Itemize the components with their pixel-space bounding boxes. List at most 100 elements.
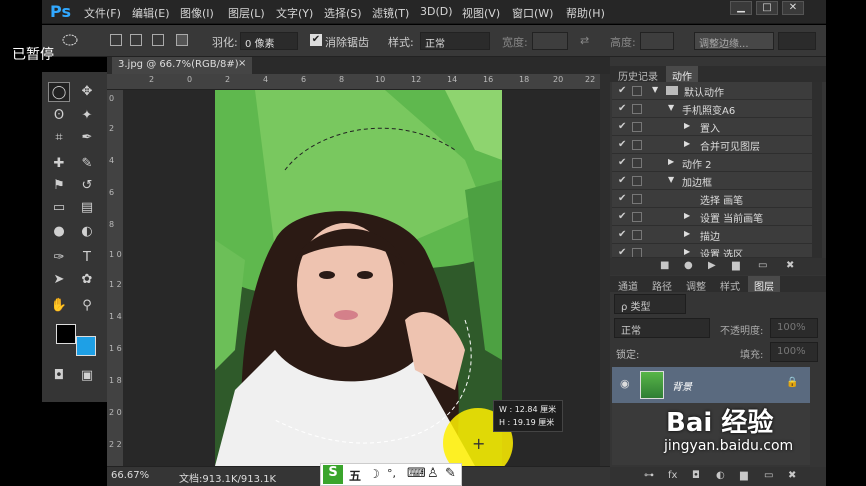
eye-visibility-icon[interactable]: ◉: [620, 377, 630, 390]
new-group-icon[interactable]: ▆: [740, 470, 748, 481]
actions-scrollbar[interactable]: [812, 82, 822, 258]
stamp-tool[interactable]: ⚑: [48, 176, 70, 196]
hand-tool[interactable]: ✋: [48, 296, 70, 316]
expand-arrow-icon[interactable]: ▼: [668, 175, 674, 184]
expand-arrow-icon[interactable]: ▶: [684, 247, 690, 256]
menu-type[interactable]: 文字(Y): [276, 5, 313, 21]
new-action-icon[interactable]: ▭: [758, 260, 767, 271]
layer-style-icon[interactable]: fx: [668, 470, 677, 481]
tab-styles[interactable]: 样式: [714, 276, 746, 293]
expand-arrow-icon[interactable]: ▶: [684, 139, 690, 148]
user-icon[interactable]: ♙: [427, 466, 439, 481]
dialog-toggle[interactable]: [632, 86, 642, 96]
wrench-icon[interactable]: ✎: [445, 466, 456, 481]
delete-icon[interactable]: ✖: [786, 260, 794, 271]
action-row[interactable]: ✔ ▼ 手机照变A6: [612, 100, 812, 118]
punctuation-icon[interactable]: °,: [387, 467, 396, 480]
keyboard-icon[interactable]: ⌨: [407, 466, 426, 481]
width-input[interactable]: [532, 32, 568, 50]
action-row[interactable]: ✔ ▶ 设置 当前画笔: [612, 208, 812, 226]
expand-arrow-icon[interactable]: ▶: [684, 229, 690, 238]
eraser-tool[interactable]: ▭: [48, 198, 70, 218]
menu-window[interactable]: 窗口(W): [512, 5, 553, 21]
check-icon[interactable]: ✔: [618, 139, 626, 150]
check-icon[interactable]: ✔: [618, 247, 626, 257]
ime-wubi-mode[interactable]: 五: [349, 467, 361, 484]
opacity-input[interactable]: 100%: [770, 318, 818, 338]
dialog-toggle[interactable]: [632, 158, 642, 168]
check-icon[interactable]: ✔: [618, 121, 626, 132]
lasso-tool[interactable]: ʘ: [48, 106, 70, 126]
action-row[interactable]: ✔ 选择 画笔: [612, 190, 812, 208]
dialog-toggle[interactable]: [632, 122, 642, 132]
sogou-logo-icon[interactable]: S: [323, 465, 343, 484]
layer-name[interactable]: 背景: [672, 378, 692, 393]
menu-3d[interactable]: 3D(D): [420, 5, 453, 18]
quick-mask-tool[interactable]: ◘: [48, 366, 70, 386]
moon-icon[interactable]: ☽: [369, 467, 380, 481]
fill-input[interactable]: 100%: [770, 342, 818, 362]
canvas-vertical-scrollbar[interactable]: [600, 74, 610, 466]
stop-icon[interactable]: ■: [660, 260, 669, 271]
antialias-checkbox[interactable]: ✔: [310, 34, 322, 46]
menu-filter[interactable]: 滤镜(T): [372, 5, 409, 21]
new-selection-icon[interactable]: [110, 34, 122, 46]
history-brush-tool[interactable]: ↺: [76, 176, 98, 196]
check-icon[interactable]: ✔: [618, 229, 626, 240]
healing-tool[interactable]: ✚: [48, 154, 70, 174]
menu-view[interactable]: 视图(V): [462, 5, 500, 21]
dialog-toggle[interactable]: [632, 230, 642, 240]
action-row[interactable]: ✔ ▶ 置入: [612, 118, 812, 136]
menu-layer[interactable]: 图层(L): [228, 5, 265, 21]
action-row[interactable]: ✔ ▶ 合并可见图层: [612, 136, 812, 154]
tab-close-icon[interactable]: ×: [238, 58, 246, 69]
dialog-toggle[interactable]: [632, 104, 642, 114]
crop-tool[interactable]: ⌗: [48, 128, 70, 148]
adjustment-layer-icon[interactable]: ◐: [716, 470, 725, 481]
tab-layers[interactable]: 图层: [748, 276, 780, 293]
new-layer-icon[interactable]: ▭: [764, 470, 773, 481]
expand-arrow-icon[interactable]: ▶: [684, 211, 690, 220]
zoom-tool[interactable]: ⚲: [76, 296, 98, 316]
feather-input[interactable]: 0 像素: [240, 32, 298, 50]
expand-arrow-icon[interactable]: ▶: [684, 121, 690, 130]
restore-button[interactable]: □: [756, 1, 778, 15]
check-icon[interactable]: ✔: [618, 193, 626, 204]
add-selection-icon[interactable]: [130, 34, 142, 46]
pen-tool[interactable]: ✑: [48, 248, 70, 268]
action-row[interactable]: ✔ ▶ 描边: [612, 226, 812, 244]
check-icon[interactable]: ✔: [618, 103, 626, 114]
workspace-select[interactable]: [778, 32, 816, 50]
layer-row-background[interactable]: ◉ 背景 🔒: [612, 367, 810, 403]
expand-arrow-icon[interactable]: ▶: [668, 157, 674, 166]
brush-tool[interactable]: ✎: [76, 154, 98, 174]
close-window-button[interactable]: ✕: [782, 1, 804, 15]
document-photo[interactable]: [215, 90, 502, 466]
check-icon[interactable]: ✔: [618, 175, 626, 186]
ellipse-marquee-icon[interactable]: [62, 33, 78, 47]
menu-help[interactable]: 帮助(H): [566, 5, 605, 21]
minimize-button[interactable]: ▁: [730, 1, 752, 15]
background-color-swatch[interactable]: [76, 336, 96, 356]
link-layers-icon[interactable]: ⊶: [644, 470, 654, 481]
dodge-tool[interactable]: ◐: [76, 222, 98, 242]
check-icon[interactable]: ✔: [618, 157, 626, 168]
menu-image[interactable]: 图像(I): [180, 5, 214, 21]
expand-arrow-icon[interactable]: ▼: [652, 85, 658, 94]
action-row[interactable]: ✔ ▼ 默认动作: [612, 82, 812, 100]
layer-kind-filter[interactable]: ρ 类型: [614, 294, 686, 314]
tab-paths[interactable]: 路径: [646, 276, 678, 293]
blend-mode-select[interactable]: 正常: [614, 318, 710, 338]
tab-history[interactable]: 历史记录: [612, 66, 664, 83]
check-icon[interactable]: ✔: [618, 85, 626, 96]
menu-select[interactable]: 选择(S): [324, 5, 362, 21]
path-select-tool[interactable]: ➤: [48, 270, 70, 290]
dialog-toggle[interactable]: [632, 248, 642, 257]
action-row[interactable]: ✔ ▼ 加边框: [612, 172, 812, 190]
play-icon[interactable]: ▶: [708, 260, 716, 271]
shape-tool[interactable]: ✿: [76, 270, 98, 290]
style-select[interactable]: 正常: [420, 32, 490, 50]
intersect-selection-icon[interactable]: [176, 34, 188, 46]
swap-icon[interactable]: ⇄: [580, 34, 589, 47]
new-set-folder-icon[interactable]: ▆: [732, 260, 740, 271]
